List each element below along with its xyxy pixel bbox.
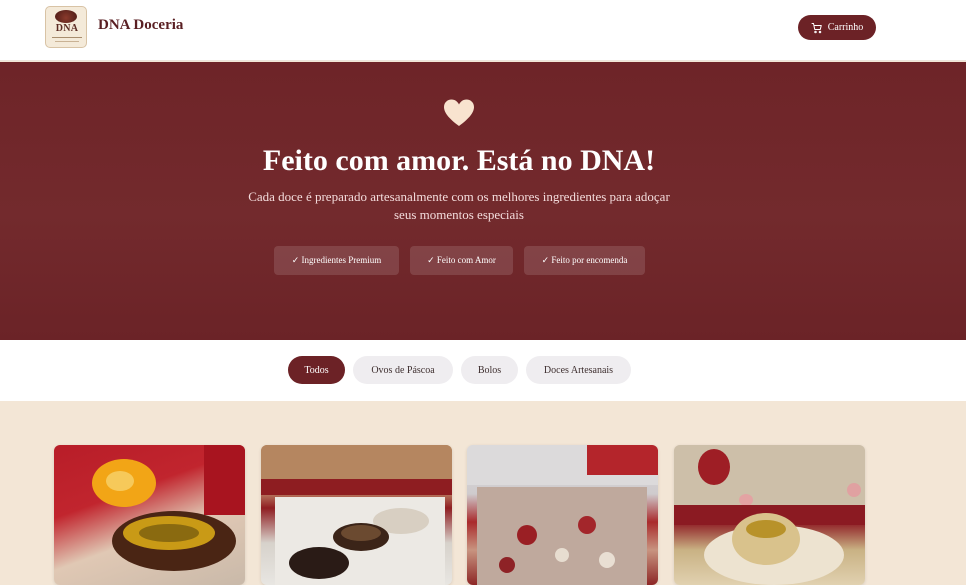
hero-banner: Feito com amor. Está no DNA! Cada doce é…	[0, 62, 966, 340]
product-photo	[674, 445, 865, 585]
brand-logo[interactable]: DNA	[45, 6, 87, 48]
product-photo	[261, 445, 452, 585]
logo-emblem	[55, 10, 77, 23]
cart-icon	[811, 22, 822, 33]
product-photo	[92, 445, 245, 571]
hero-subtitle: Cada doce é preparado artesanalmente com…	[248, 189, 670, 222]
category-filter-bar: Todos Ovos de Páscoa Bolos Doces Artesan…	[0, 340, 966, 401]
product-card-image[interactable]	[467, 445, 658, 585]
logo-divider	[52, 37, 82, 38]
product-photo	[467, 445, 658, 585]
product-card-image[interactable]	[54, 445, 245, 585]
product-card-image[interactable]	[674, 445, 865, 585]
logo-text: DNA	[55, 23, 79, 34]
heart-icon	[444, 99, 474, 126]
filter-cakes-button[interactable]: Bolos	[461, 356, 518, 384]
site-header: DNA DNA Doceria Carrinho	[0, 0, 966, 61]
badge-made-with-love: ✓ Feito com Amor	[410, 246, 513, 275]
brand-name[interactable]: DNA Doceria	[98, 17, 183, 34]
filter-all-button[interactable]: Todos	[288, 356, 345, 384]
filter-artisan-sweets-button[interactable]: Doces Artesanais	[526, 356, 631, 384]
filter-easter-eggs-button[interactable]: Ovos de Páscoa	[353, 356, 453, 384]
cart-button[interactable]: Carrinho	[798, 15, 876, 40]
badge-premium-ingredients: ✓ Ingredientes Premium	[274, 246, 399, 275]
badge-made-to-order: ✓ Feito por encomenda	[524, 246, 645, 275]
cart-label: Carrinho	[827, 22, 864, 33]
hero-title: Feito com amor. Está no DNA!	[262, 144, 656, 177]
logo-divider	[55, 41, 79, 42]
product-card-image[interactable]	[261, 445, 452, 585]
product-grid	[0, 401, 966, 585]
